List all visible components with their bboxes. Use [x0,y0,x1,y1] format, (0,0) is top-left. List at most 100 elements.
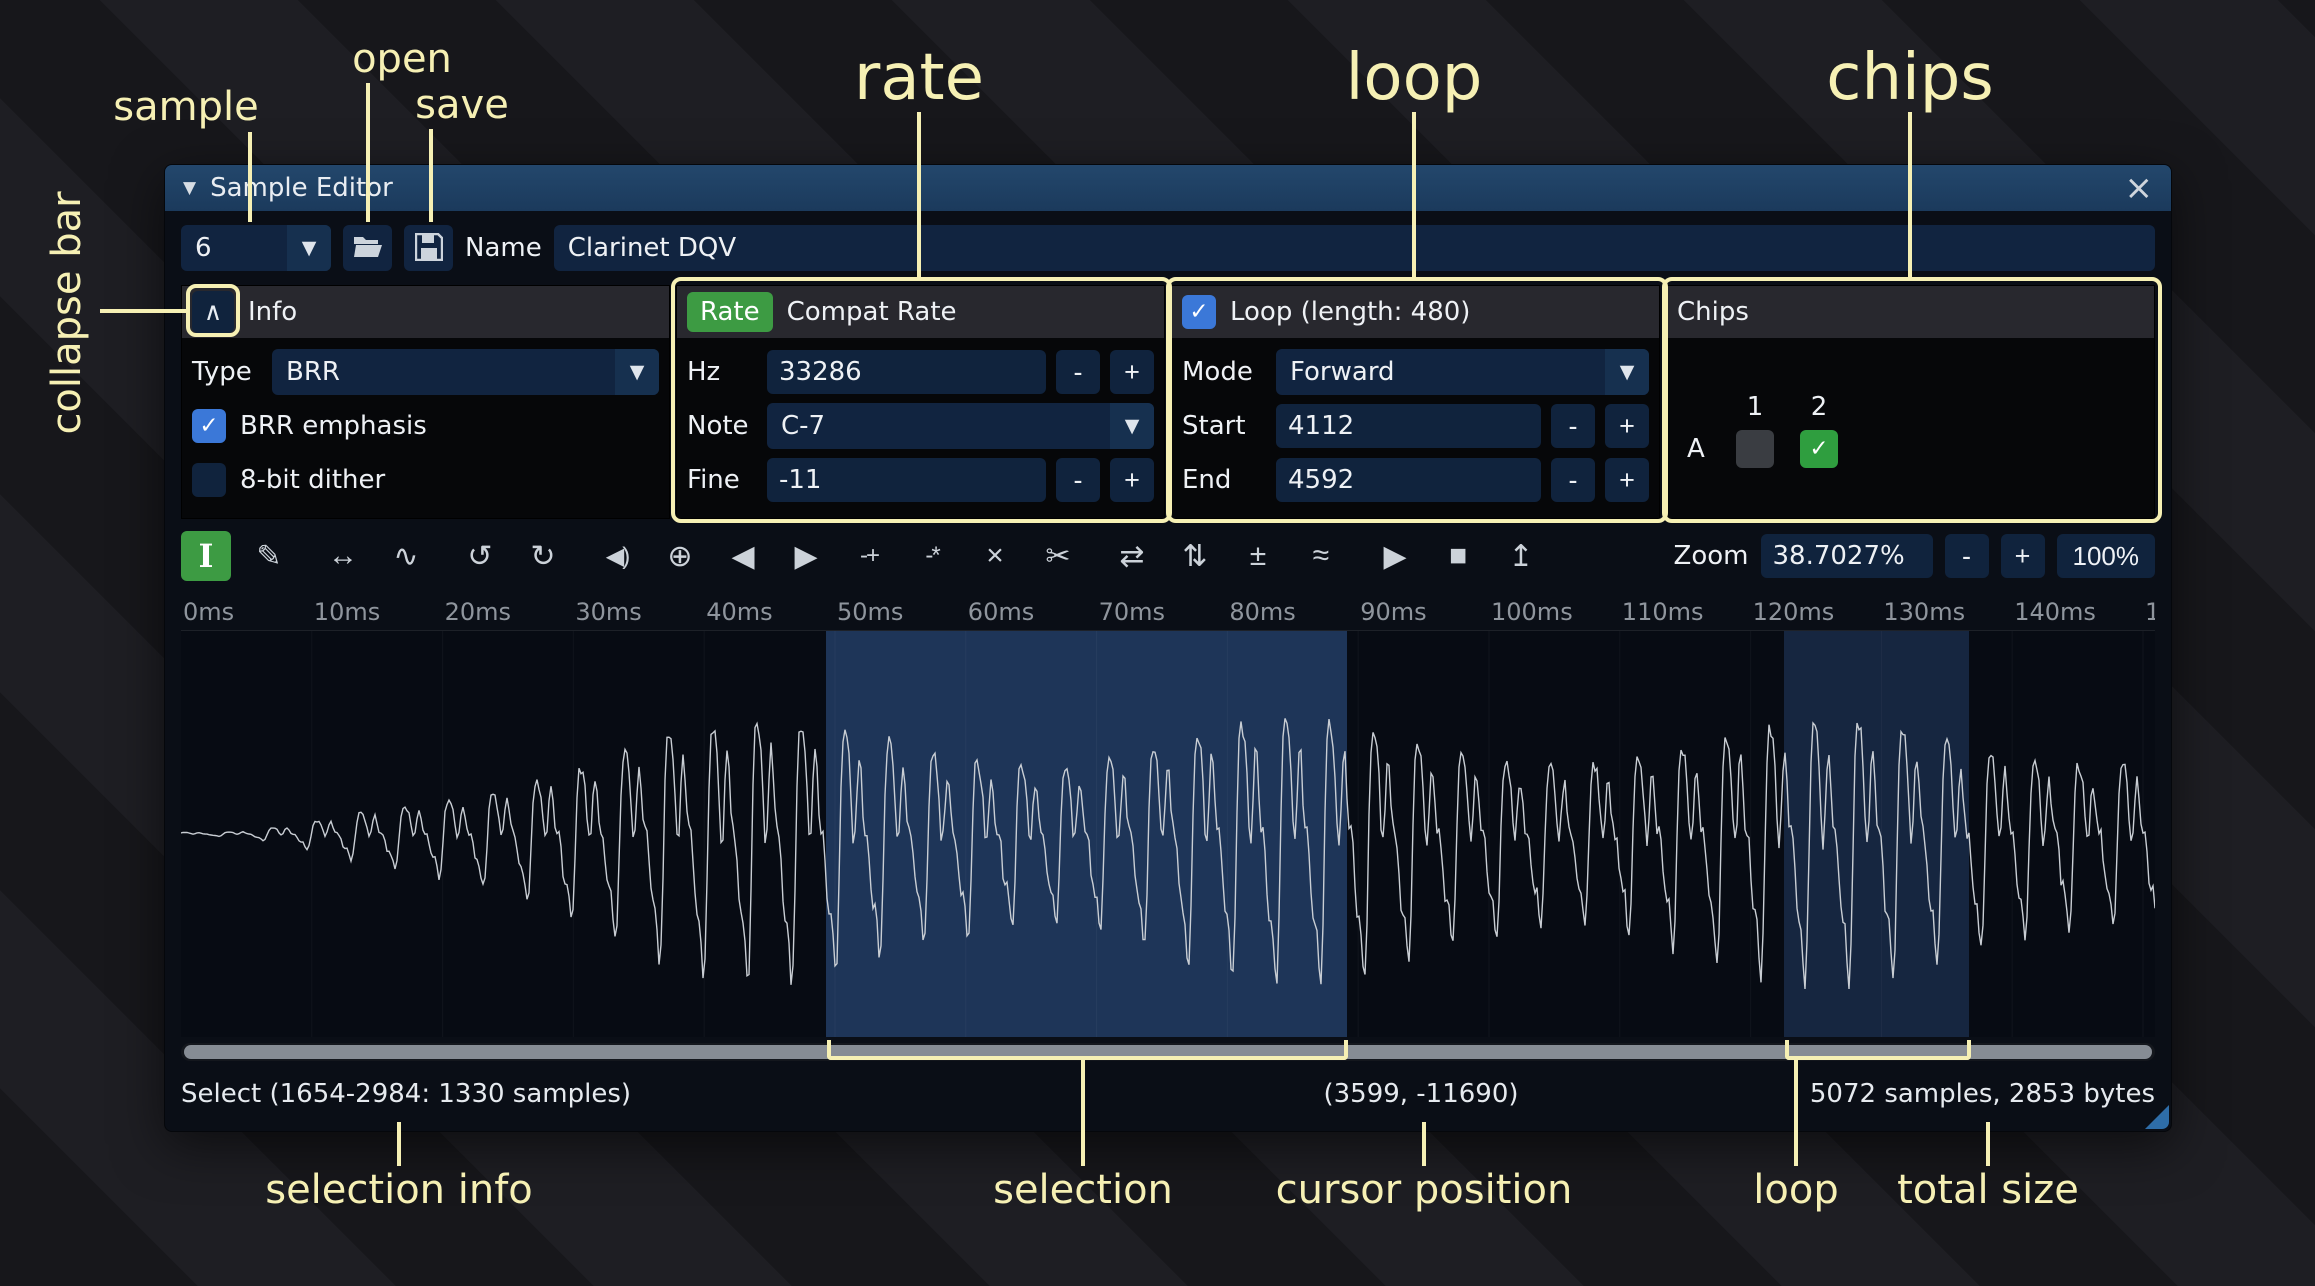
ruler-tick-label: 130ms [1883,598,1965,626]
toolbar-stop-button[interactable]: ■ [1433,531,1483,581]
loop-enable-checkbox[interactable]: ✓ [1182,295,1216,329]
toolbar-delete-button[interactable]: × [970,531,1020,581]
ruler-tick-label: 70ms [1099,598,1165,626]
zoom-input[interactable]: 38.7027% [1761,534,1933,578]
toolbar-insert-silence-button[interactable]: -+ [844,531,894,581]
toolbar-sign-button[interactable]: ± [1233,531,1283,581]
annotation-open: open [352,36,452,82]
zoom-out-button[interactable]: - [1945,534,1989,578]
toolbar-invert-button[interactable]: ⇅ [1170,531,1220,581]
rate-panel-header: Rate Compat Rate [677,286,1164,338]
toolbar-resize-button[interactable]: ↔ [318,531,368,581]
hz-input[interactable]: 33286 [767,350,1046,394]
loop-start-decrement-button[interactable]: - [1551,404,1595,448]
brr-emphasis-checkbox[interactable]: ✓ [192,409,226,443]
window-title: Sample Editor [210,173,393,203]
annotated-screenshot: ▼ Sample Editor × 6 ▼ [0,0,2315,1286]
waveform-scrollbar[interactable] [181,1043,2155,1061]
ruler-tick-label: 20ms [445,598,511,626]
toolbar-undo-button[interactable]: ↺ [455,531,505,581]
toolbar-amplify-button[interactable]: ◀) [592,531,642,581]
fine-increment-button[interactable]: + [1110,458,1154,502]
window-collapse-icon[interactable]: ▼ [183,178,196,198]
chip-2-checkbox[interactable]: ✓ [1800,430,1838,468]
toolbar-resample-button[interactable]: ∿ [381,531,431,581]
waveform-plot [181,631,2155,1037]
toolbar-draw-mode-button[interactable]: ✎ [244,531,294,581]
loop-mode-value: Forward [1276,349,1605,395]
check-icon: ✓ [1809,436,1828,462]
toolbar-play-button[interactable]: ▶ [1370,531,1420,581]
hz-increment-button[interactable]: + [1110,350,1154,394]
tab-compat-rate[interactable]: Compat Rate [787,297,957,327]
open-button[interactable] [343,225,392,271]
info-panel-header: ∧ Info [182,286,669,338]
sample-name-input[interactable]: Clarinet DQV [554,225,2155,271]
loop-end-increment-button[interactable]: + [1605,458,1649,502]
toolbar-filter-button[interactable]: ≈ [1296,531,1346,581]
zoom-in-button[interactable]: + [2001,534,2045,578]
toolbar-apply-silence-button[interactable]: -* [907,531,957,581]
mode-label: Mode [1182,357,1266,387]
ruler-tick-label: 0ms [183,598,234,626]
window-content: 6 ▼ Name Clarinet DQV [165,211,2171,1131]
note-label: Note [687,411,757,441]
zoom-reset-button[interactable]: 100% [2057,534,2156,578]
hz-decrement-button[interactable]: - [1056,350,1100,394]
chevron-down-icon[interactable]: ▼ [615,349,659,395]
chips-panel-header: Chips [1667,286,2154,338]
collapse-info-button[interactable]: ∧ [192,291,234,333]
toolbar-reverse-button[interactable]: ⇄ [1107,531,1157,581]
chevron-down-icon[interactable]: ▼ [287,225,331,271]
time-ruler[interactable]: 0ms10ms20ms30ms40ms50ms60ms70ms80ms90ms1… [181,591,2155,631]
check-icon: ✓ [199,413,218,439]
sample-type-dropdown[interactable]: BRR ▼ [272,349,659,395]
toolbar-normalize-button[interactable]: ⊕ [655,531,705,581]
close-icon[interactable]: × [2125,171,2154,205]
window-resize-grip[interactable] [2145,1105,2169,1129]
toolbar-preview-button[interactable]: ↥ [1496,531,1546,581]
note-dropdown[interactable]: C-7 ▼ [767,403,1154,449]
annotation-loop-marker: loop [1753,1167,1838,1213]
check-icon: ✓ [1189,299,1208,325]
info-panel-title: Info [248,297,297,327]
window-titlebar[interactable]: ▼ Sample Editor × [165,165,2171,211]
annotation-loop: loop [1346,41,1483,115]
annotation-rate: rate [854,41,984,115]
ruler-tick-label: 150ms [2145,598,2155,626]
loop-mode-dropdown[interactable]: Forward ▼ [1276,349,1649,395]
folder-open-icon [353,234,383,263]
loop-start-input[interactable]: 4112 [1276,404,1541,448]
ruler-tick-label: 40ms [706,598,772,626]
ruler-tick-label: 50ms [837,598,903,626]
brr-emphasis-label: BRR emphasis [240,411,427,441]
chip-1-checkbox[interactable] [1736,430,1774,468]
ruler-tick-label: 30ms [575,598,641,626]
fine-input[interactable]: -11 [767,458,1046,502]
name-label: Name [465,233,542,263]
save-button[interactable] [404,225,453,271]
ruler-tick-label: 110ms [1622,598,1704,626]
ruler-tick-label: 120ms [1753,598,1835,626]
toolbar-fade-out-button[interactable]: ▶ [781,531,831,581]
sample-type-value: BRR [272,349,615,395]
dither-checkbox[interactable] [192,463,226,497]
ruler-tick-label: 140ms [2014,598,2096,626]
fine-decrement-button[interactable]: - [1056,458,1100,502]
loop-end-decrement-button[interactable]: - [1551,458,1595,502]
loop-start-increment-button[interactable]: + [1605,404,1649,448]
scrollbar-thumb[interactable] [184,1045,2152,1059]
toolbar-redo-button[interactable]: ↻ [518,531,568,581]
chevron-down-icon[interactable]: ▼ [1110,403,1154,449]
toolbar-fade-in-button[interactable]: ◀ [718,531,768,581]
tab-rate[interactable]: Rate [687,292,773,332]
sample-index-dropdown[interactable]: 6 ▼ [181,225,331,271]
toolbar-edit-mode-button[interactable]: I [181,531,231,581]
waveform-view[interactable] [181,631,2155,1037]
toolbar-trim-button[interactable]: ✂ [1033,531,1083,581]
info-panel: ∧ Info Type BRR ▼ ✓ BRR [181,285,670,519]
annotation-selection: selection [993,1167,1173,1213]
loop-end-input[interactable]: 4592 [1276,458,1541,502]
chevron-down-icon[interactable]: ▼ [1605,349,1649,395]
loop-panel-title: Loop (length: 480) [1230,297,1470,327]
